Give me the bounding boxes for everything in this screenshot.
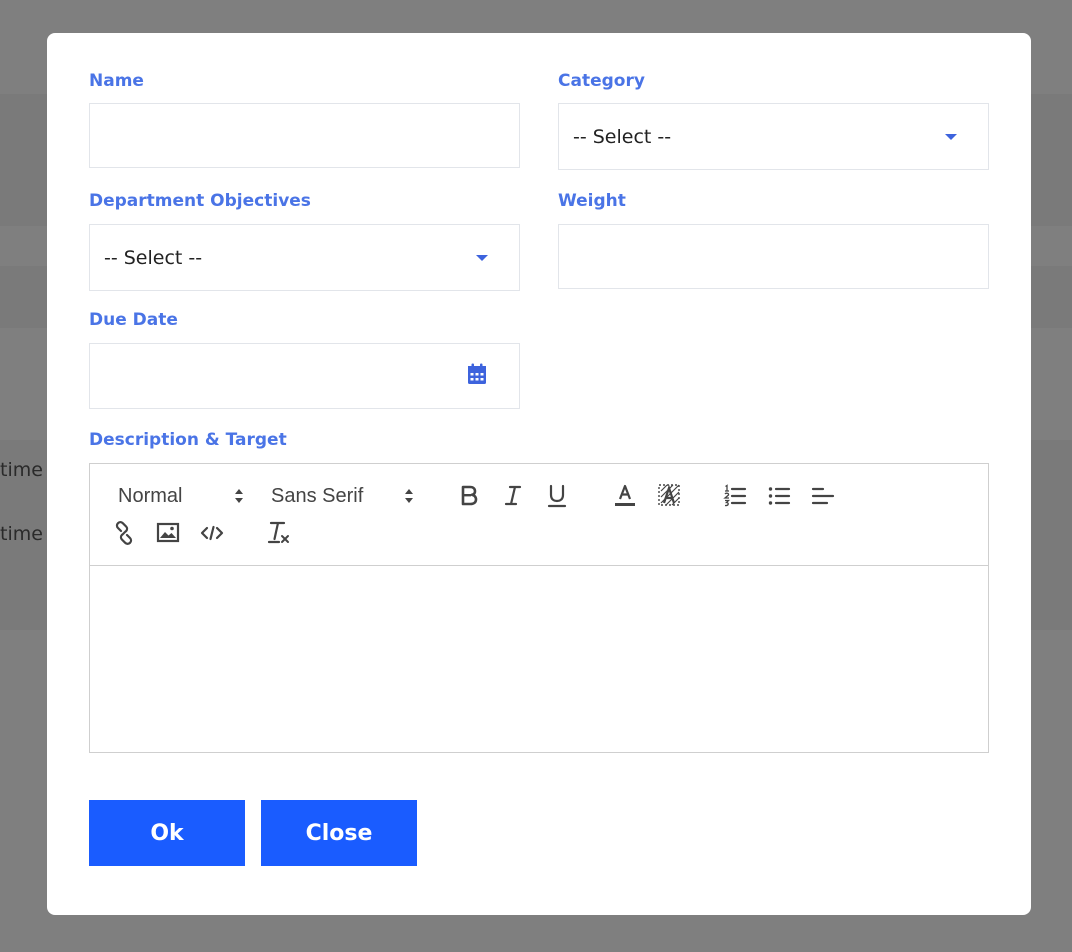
description-label: Description & Target [89, 430, 287, 450]
bold-button[interactable] [454, 481, 484, 511]
italic-button[interactable] [498, 481, 528, 511]
align-left-icon [811, 487, 835, 505]
editor-content-area[interactable] [90, 566, 988, 752]
clear-formatting-button[interactable] [264, 518, 294, 548]
link-icon [115, 521, 133, 545]
due-date-label: Due Date [89, 310, 178, 330]
header-picker[interactable]: Normal [118, 481, 248, 511]
editor-toolbar: Normal Sans Serif [90, 464, 988, 566]
code-icon [200, 525, 224, 541]
ok-button[interactable]: Ok [89, 800, 245, 866]
underline-button[interactable] [542, 481, 572, 511]
department-objectives-select[interactable]: -- Select -- [89, 224, 520, 291]
close-button[interactable]: Close [261, 800, 417, 866]
rich-text-editor: Normal Sans Serif [89, 463, 989, 753]
chevron-down-icon [476, 254, 488, 261]
header-picker-label: Normal [118, 485, 183, 507]
up-down-arrows-icon [405, 489, 413, 503]
background-text: time [0, 459, 43, 481]
background-text: time [0, 523, 43, 545]
code-button[interactable] [197, 518, 227, 548]
name-label: Name [89, 71, 144, 91]
bullet-list-button[interactable] [764, 481, 794, 511]
image-icon [156, 522, 180, 543]
background-color-icon [658, 484, 680, 506]
ordered-list-icon [723, 484, 747, 507]
category-selected-value: -- Select -- [573, 125, 672, 148]
clear-format-icon [267, 521, 289, 544]
text-color-button[interactable] [610, 481, 640, 511]
name-input[interactable] [89, 103, 520, 168]
link-button[interactable] [109, 518, 139, 548]
category-label: Category [558, 71, 645, 91]
due-date-input[interactable] [89, 343, 520, 409]
up-down-arrows-icon [235, 489, 243, 503]
background-color-button[interactable] [654, 481, 684, 511]
bold-icon [461, 485, 478, 506]
department-objectives-selected-value: -- Select -- [104, 246, 203, 269]
weight-input[interactable] [558, 224, 989, 289]
calendar-icon[interactable] [467, 363, 487, 385]
italic-icon [504, 485, 522, 506]
chevron-down-icon [945, 133, 957, 140]
bullet-list-icon [768, 487, 791, 505]
ordered-list-button[interactable] [720, 481, 750, 511]
image-button[interactable] [153, 518, 183, 548]
align-left-button[interactable] [808, 481, 838, 511]
font-picker-label: Sans Serif [271, 485, 364, 507]
category-select[interactable]: -- Select -- [558, 103, 989, 170]
text-color-icon [615, 484, 635, 506]
weight-label: Weight [558, 191, 626, 211]
modal-dialog: Name Category -- Select -- Department Ob… [47, 33, 1031, 915]
department-objectives-label: Department Objectives [89, 191, 311, 211]
font-picker[interactable]: Sans Serif [271, 481, 417, 511]
underline-icon [547, 484, 567, 508]
